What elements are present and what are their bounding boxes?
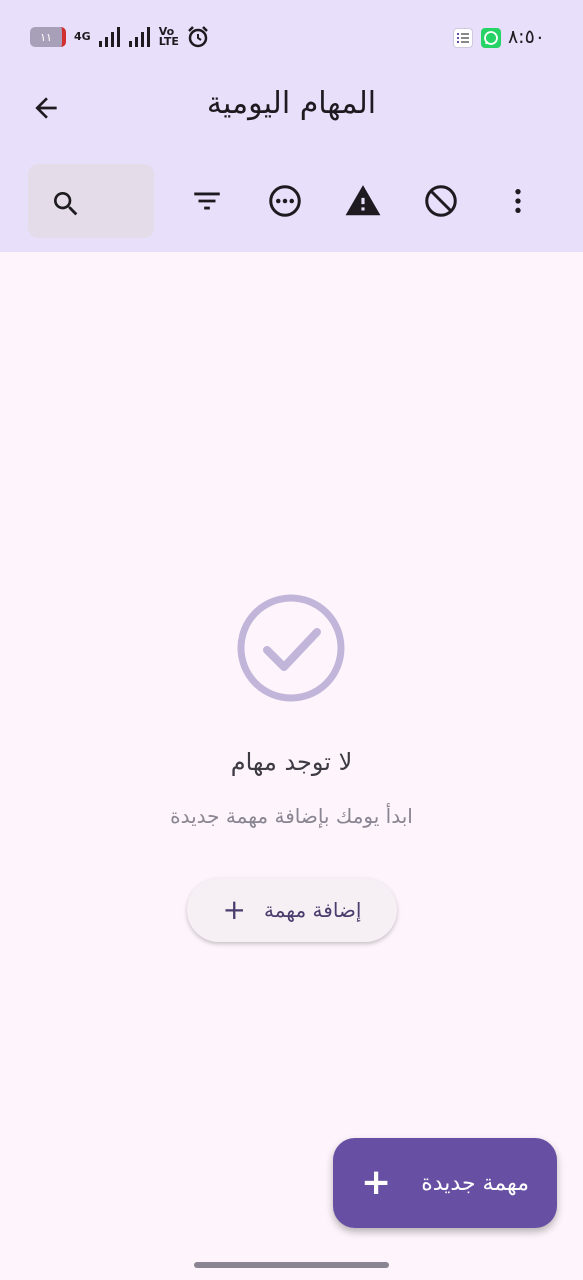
volte-bottom: LTE: [158, 35, 179, 48]
volte-badge: Vo LTE: [158, 26, 179, 48]
block-button[interactable]: [418, 178, 464, 224]
network-type: 4G: [74, 30, 91, 43]
title-bar: المهام اليومية: [0, 80, 583, 136]
more-vert-icon: [515, 189, 521, 213]
status-time: ٨:٥٠: [507, 26, 545, 48]
more-horiz-icon: [269, 185, 301, 217]
warning-button[interactable]: [340, 178, 386, 224]
search-icon: [54, 192, 78, 216]
battery-icon: ١١: [30, 27, 66, 47]
battery-level: ١١: [40, 30, 52, 44]
new-task-fab[interactable]: مهمة جديدة +: [333, 1138, 557, 1228]
whatsapp-icon: [481, 28, 501, 48]
status-bar-left: ١١ 4G Vo LTE: [30, 26, 209, 48]
plus-icon: +: [222, 893, 246, 926]
app-bar: ١١ 4G Vo LTE ٨:٥٠ المهام اليومية: [0, 0, 583, 252]
home-indicator[interactable]: [194, 1262, 389, 1268]
plus-icon: +: [361, 1162, 392, 1203]
signal-icon: [128, 27, 150, 47]
empty-state-subtitle: ابدأ يومك بإضافة مهمة جديدة: [170, 804, 413, 828]
signal-icon: [98, 27, 120, 47]
page-title: المهام اليومية: [206, 86, 377, 121]
alarm-icon: [188, 26, 208, 48]
toolbar: [0, 162, 583, 242]
overflow-menu-button[interactable]: [495, 178, 541, 224]
filter-button[interactable]: [184, 178, 230, 224]
add-task-button-label: إضافة مهمة: [263, 898, 362, 922]
more-options-button[interactable]: [262, 178, 308, 224]
empty-state-title: لا توجد مهام: [230, 748, 353, 776]
add-task-button[interactable]: إضافة مهمة +: [187, 878, 397, 942]
notification-icons: [453, 28, 501, 48]
check-circle-icon: [237, 594, 345, 702]
search-button[interactable]: [28, 164, 154, 238]
tasks-notification-icon: [453, 28, 473, 48]
warning-icon: [345, 185, 381, 216]
filter-icon: [194, 192, 220, 210]
block-icon: [425, 185, 457, 217]
fab-label: مهمة جديدة: [421, 1170, 529, 1196]
status-bar: ١١ 4G Vo LTE ٨:٥٠: [0, 18, 583, 58]
